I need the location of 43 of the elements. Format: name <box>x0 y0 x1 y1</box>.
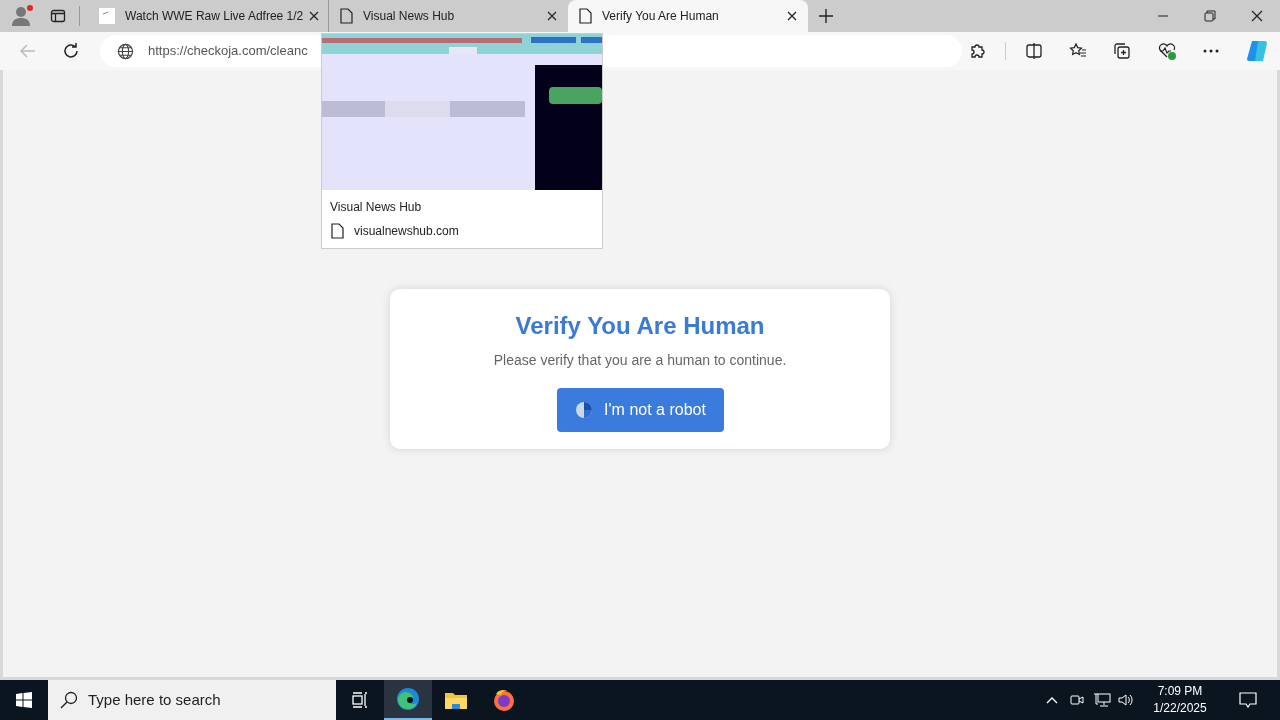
network-icon[interactable] <box>1093 692 1111 708</box>
refresh-icon[interactable] <box>62 42 80 60</box>
copilot-icon[interactable] <box>1245 39 1269 63</box>
start-icon[interactable] <box>16 692 32 708</box>
camera-icon[interactable] <box>1069 692 1085 708</box>
close-tab-icon[interactable] <box>787 11 797 21</box>
heading: Verify You Are Human <box>515 310 765 341</box>
split-screen-icon[interactable] <box>1025 42 1043 60</box>
volume-icon[interactable] <box>1117 692 1135 708</box>
close-icon[interactable] <box>1251 10 1263 22</box>
address-text[interactable]: https://checkoja.com/cleanc <box>148 41 308 61</box>
restore-icon[interactable] <box>1204 10 1216 22</box>
firefox-icon <box>492 688 516 712</box>
folder-icon <box>444 690 468 710</box>
search-field[interactable]: Type here to search <box>48 680 336 720</box>
browser-tab[interactable]: Verify You Are Human <box>568 0 808 32</box>
page-icon <box>579 8 592 24</box>
collections-icon[interactable] <box>1113 42 1131 60</box>
clock-date[interactable]: 1/22/2025 <box>1153 700 1207 717</box>
spinner-icon <box>574 399 595 420</box>
close-tab-icon[interactable] <box>547 11 557 21</box>
preview-domain: visualnewshub.com <box>354 223 459 240</box>
verify-button[interactable]: I'm not a robot <box>556 387 724 432</box>
edge-browser-icon <box>396 687 420 711</box>
image-favicon-icon <box>99 8 115 24</box>
favorites-icon[interactable] <box>1069 42 1087 60</box>
page-icon <box>331 223 344 239</box>
globe-icon[interactable] <box>117 42 134 60</box>
search-icon <box>60 691 78 709</box>
taskbar-app[interactable] <box>384 680 432 720</box>
profile-icon[interactable] <box>10 4 34 28</box>
new-tab-button[interactable] <box>816 6 836 26</box>
notifications-icon[interactable] <box>1239 692 1257 708</box>
tab-actions-icon[interactable] <box>50 8 66 24</box>
more-icon[interactable] <box>1203 49 1219 53</box>
page-icon <box>340 8 353 24</box>
health-icon[interactable] <box>1157 41 1177 61</box>
task-view-icon <box>351 692 369 708</box>
extensions-icon[interactable] <box>968 42 986 60</box>
preview-title: Visual News Hub <box>330 199 423 216</box>
instruction-text: Please verify that you are a human to continue. <box>493 350 787 370</box>
clock-time[interactable]: 7:09 PM <box>1157 683 1203 700</box>
close-tab-icon[interactable] <box>309 11 320 21</box>
